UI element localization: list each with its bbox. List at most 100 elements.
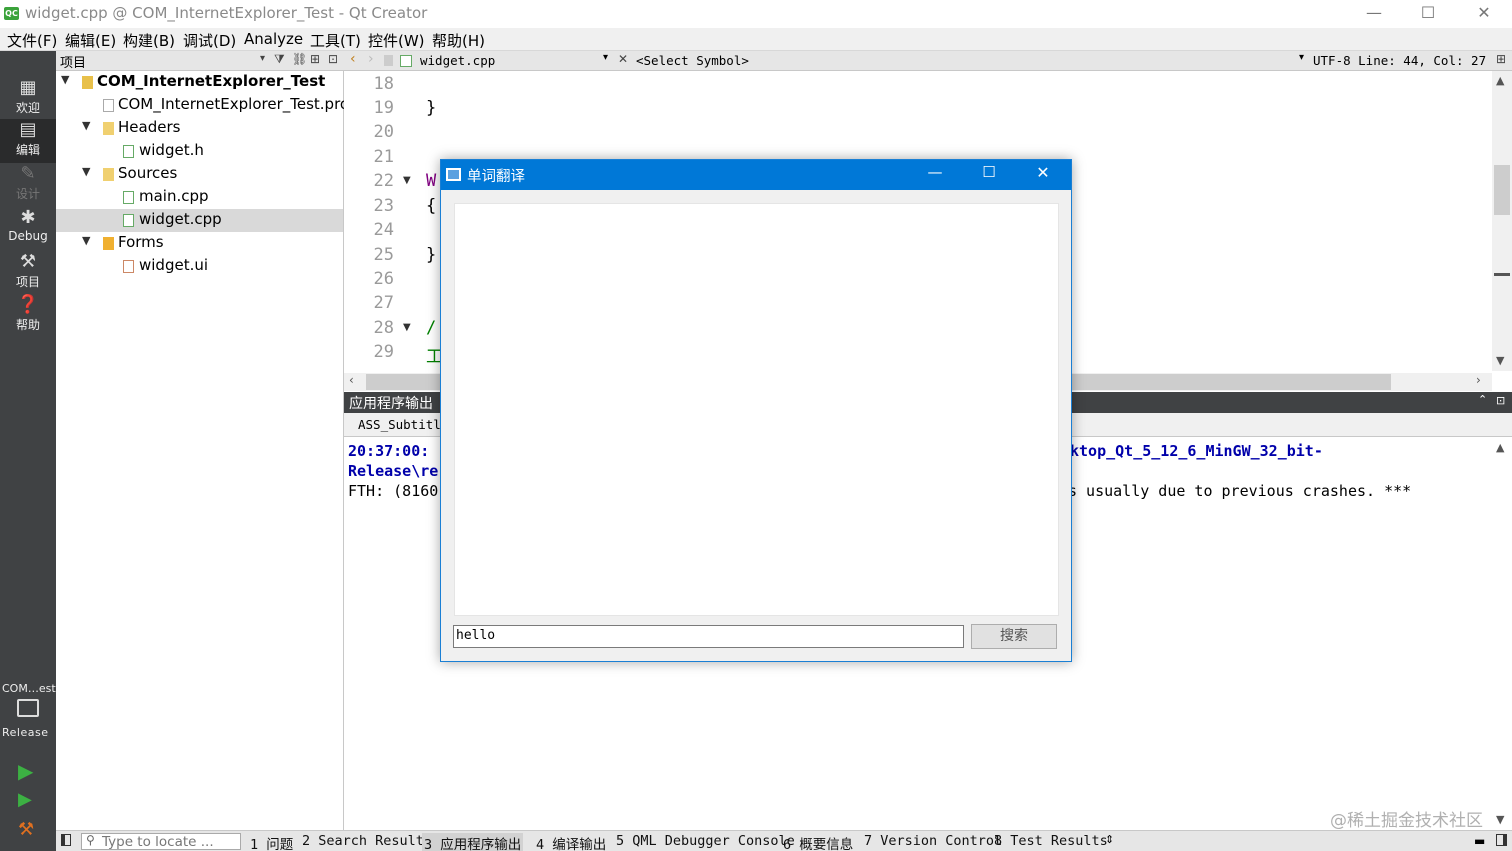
close-panel-icon[interactable]: ⊡: [328, 52, 338, 66]
status-tab-issues[interactable]: 1 问题: [250, 833, 293, 851]
tree-item-widget-ui[interactable]: widget.ui: [56, 255, 343, 278]
tree-item-widget-cpp[interactable]: widget.cpp: [56, 209, 343, 232]
mode-label: Debug: [8, 229, 48, 243]
design-icon: ✎: [20, 163, 36, 184]
toggle-sidebar-icon[interactable]: [61, 834, 71, 846]
build-hammer-icon[interactable]: ⚒: [18, 819, 34, 840]
kit-build-config[interactable]: Release: [2, 726, 48, 739]
menu-controls[interactable]: 控件(W): [368, 30, 425, 51]
menu-bar: 文件(F) 编辑(E) 构建(B) 调试(D) Analyze 工具(T) 控件…: [0, 28, 1512, 51]
chevron-down-icon[interactable]: ▼: [82, 119, 90, 132]
file-dropdown-icon[interactable]: ▾: [603, 52, 608, 63]
mode-help[interactable]: ❓ 帮助: [0, 294, 56, 338]
close-file-icon[interactable]: ✕: [618, 52, 628, 66]
kit-project-name[interactable]: COM…est: [2, 682, 56, 695]
symbol-combo[interactable]: <Select Symbol>: [636, 53, 749, 68]
dialog-close-button[interactable]: ✕: [1029, 163, 1057, 182]
tree-item-headers[interactable]: ▼ Headers: [56, 117, 343, 140]
tree-item-main-cpp[interactable]: main.cpp: [56, 186, 343, 209]
project-icon: [82, 76, 93, 89]
output-line: ktop_Qt_5_12_6_MinGW_32_bit-: [1070, 442, 1323, 460]
monitor-icon[interactable]: [17, 699, 39, 717]
toggle-right-sidebar-icon[interactable]: [1496, 834, 1507, 846]
maximize-pane-icon[interactable]: ⌃: [1478, 393, 1487, 406]
menu-build[interactable]: 构建(B): [123, 30, 175, 51]
menu-edit[interactable]: 编辑(E): [65, 30, 116, 51]
menu-help[interactable]: 帮助(H): [432, 30, 485, 51]
mode-welcome[interactable]: ▦ 欢迎: [0, 77, 56, 121]
minimize-button[interactable]: —: [1346, 0, 1402, 28]
scroll-up-icon[interactable]: ▲: [1496, 441, 1504, 454]
cursor-position[interactable]: UTF-8 Line: 44, Col: 27: [1313, 53, 1486, 68]
menu-tools[interactable]: 工具(T): [310, 30, 361, 51]
open-file-combo[interactable]: widget.cpp: [420, 53, 495, 68]
scroll-right-icon[interactable]: ›: [1476, 373, 1481, 387]
watermark: @稀土掘金技术社区: [1330, 811, 1483, 831]
mode-projects[interactable]: ⚒ 项目: [0, 251, 56, 295]
chevron-down-icon[interactable]: ▼: [61, 73, 69, 86]
panel-dropdown-icon[interactable]: ▾: [260, 53, 265, 64]
menu-analyze[interactable]: Analyze: [244, 30, 303, 48]
scrollbar-thumb[interactable]: [1494, 165, 1510, 215]
more-tabs-icon[interactable]: ⇕: [1105, 833, 1114, 846]
status-tab-version-control[interactable]: 7 Version Control: [864, 833, 1002, 849]
filter-icon[interactable]: ⧩: [274, 52, 285, 67]
help-icon: ❓: [16, 294, 40, 315]
tree-item-sources[interactable]: ▼ Sources: [56, 163, 343, 186]
scroll-left-icon[interactable]: ‹: [349, 373, 354, 387]
mode-design[interactable]: ✎ 设计: [0, 163, 56, 207]
dialog-app-icon: [446, 168, 461, 181]
tree-item-widget-h[interactable]: widget.h: [56, 140, 343, 163]
scroll-down-icon[interactable]: ▼: [1496, 354, 1504, 367]
tree-label: COM_InternetExplorer_Test.pro: [118, 95, 350, 113]
split-editor-icon[interactable]: ⊞: [1496, 52, 1506, 66]
mode-label: 帮助: [15, 318, 40, 332]
tree-item-pro-file[interactable]: COM_InternetExplorer_Test.pro: [56, 94, 349, 117]
scroll-down-icon[interactable]: ▼: [1496, 813, 1504, 826]
symbol-dropdown-icon[interactable]: ▾: [1299, 52, 1304, 63]
menu-file[interactable]: 文件(F): [7, 30, 57, 51]
status-tab-general-messages[interactable]: 6 概要信息: [783, 833, 853, 851]
fold-arrow-icon[interactable]: ▼: [403, 322, 411, 333]
maximize-button[interactable]: ☐: [1400, 0, 1456, 28]
chevron-down-icon[interactable]: ▼: [82, 234, 90, 247]
search-button[interactable]: 搜索: [971, 624, 1057, 649]
dialog-title-bar[interactable]: 单词翻译 — ☐ ✕: [441, 160, 1071, 190]
chevron-down-icon[interactable]: ▼: [82, 165, 90, 178]
dialog-maximize-button[interactable]: ☐: [975, 163, 1003, 181]
tree-item-project[interactable]: ▼ COM_InternetExplorer_Test: [56, 71, 343, 94]
window-title: widget.cpp @ COM_InternetExplorer_Test -…: [25, 4, 428, 22]
output-tab[interactable]: ASS_Subtitle: [358, 417, 448, 432]
run-icon[interactable]: ▶: [18, 759, 33, 783]
mode-label: 编辑: [15, 143, 40, 157]
header-file-icon: [123, 145, 134, 158]
output-line: s usually due to previous crashes. ***: [1068, 482, 1412, 500]
locate-field[interactable]: ⚲ Type to locate ...: [81, 833, 241, 850]
tree-label: widget.ui: [139, 256, 209, 274]
link-icon[interactable]: ⛓: [292, 52, 307, 66]
close-pane-icon[interactable]: ⊡: [1496, 394, 1505, 407]
dialog-minimize-button[interactable]: —: [921, 163, 949, 181]
editor-vertical-scrollbar[interactable]: ▲ ▼: [1492, 71, 1512, 371]
mode-debug[interactable]: ✱ Debug: [0, 207, 56, 251]
edit-icon: ▤: [19, 119, 37, 140]
fold-arrow-icon[interactable]: ▼: [403, 175, 411, 186]
status-tab-test-results[interactable]: 8 Test Results: [994, 833, 1108, 849]
split-icon[interactable]: ⊞: [310, 52, 320, 66]
status-tab-compile-output[interactable]: 4 编译输出: [536, 833, 606, 851]
menu-debug[interactable]: 调试(D): [183, 30, 236, 51]
tree-item-forms[interactable]: ▼ Forms: [56, 232, 343, 255]
translation-result-area[interactable]: [454, 203, 1059, 616]
close-button[interactable]: ✕: [1456, 0, 1512, 28]
back-arrow-icon[interactable]: ‹: [350, 51, 356, 67]
status-tab-qml-debugger[interactable]: 5 QML Debugger Console: [616, 833, 795, 849]
mode-edit[interactable]: ▤ 编辑: [0, 119, 56, 163]
progress-icon[interactable]: ▬: [1474, 834, 1485, 848]
debug-run-icon[interactable]: ▶: [18, 789, 32, 810]
tree-label: Sources: [118, 164, 178, 182]
status-tab-app-output[interactable]: 3 应用程序输出: [422, 833, 524, 851]
scroll-up-icon[interactable]: ▲: [1496, 74, 1504, 87]
status-tab-search-results[interactable]: 2 Search Results: [302, 833, 432, 849]
word-input[interactable]: hello: [453, 625, 964, 648]
forward-arrow-icon[interactable]: ›: [368, 51, 374, 67]
